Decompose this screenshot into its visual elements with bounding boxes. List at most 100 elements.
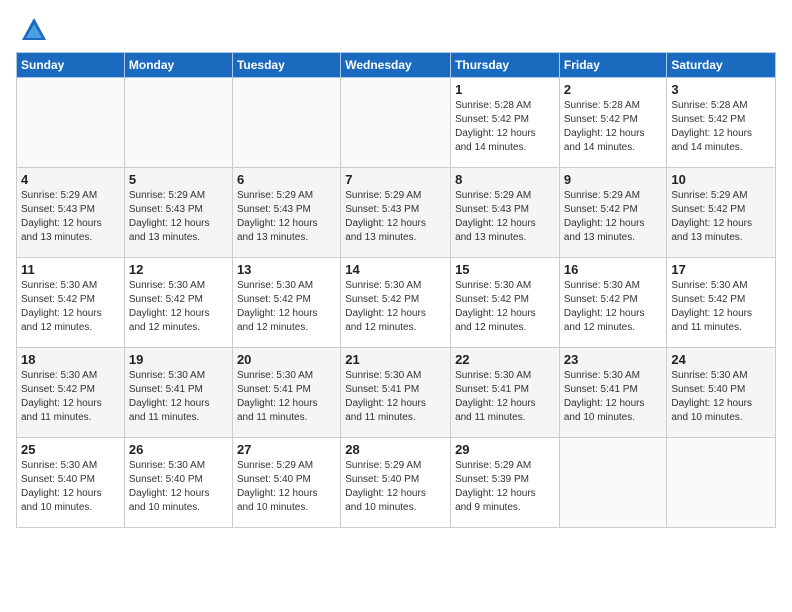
- day-info: Sunrise: 5:29 AM Sunset: 5:43 PM Dayligh…: [345, 189, 446, 245]
- day-info: Sunrise: 5:29 AM Sunset: 5:43 PM Dayligh…: [21, 189, 120, 245]
- calendar-cell: [232, 78, 340, 168]
- calendar-cell: [559, 438, 667, 528]
- week-row-3: 11 Sunrise: 5:30 AM Sunset: 5:42 PM Dayli…: [17, 258, 776, 348]
- day-number: 18: [21, 352, 120, 367]
- calendar-cell: 7 Sunrise: 5:29 AM Sunset: 5:43 PM Daylig…: [341, 168, 451, 258]
- calendar-cell: 10 Sunrise: 5:29 AM Sunset: 5:42 PM Dayli…: [667, 168, 776, 258]
- logo: [16, 16, 48, 44]
- calendar-cell: 5 Sunrise: 5:29 AM Sunset: 5:43 PM Daylig…: [124, 168, 232, 258]
- calendar-cell: 24 Sunrise: 5:30 AM Sunset: 5:40 PM Dayli…: [667, 348, 776, 438]
- calendar-cell: 13 Sunrise: 5:30 AM Sunset: 5:42 PM Dayli…: [232, 258, 340, 348]
- day-number: 4: [21, 172, 120, 187]
- day-info: Sunrise: 5:30 AM Sunset: 5:42 PM Dayligh…: [671, 279, 771, 335]
- calendar-cell: 27Sunrise: 5:29 AM Sunset: 5:40 PM Dayli…: [232, 438, 340, 528]
- calendar-cell: [17, 78, 125, 168]
- day-number: 10: [671, 172, 771, 187]
- day-number: 7: [345, 172, 446, 187]
- calendar-cell: 16Sunrise: 5:30 AM Sunset: 5:42 PM Dayli…: [559, 258, 667, 348]
- day-info: Sunrise: 5:30 AM Sunset: 5:42 PM Dayligh…: [564, 279, 663, 335]
- calendar-cell: 18 Sunrise: 5:30 AM Sunset: 5:42 PM Dayli…: [17, 348, 125, 438]
- week-row-4: 18 Sunrise: 5:30 AM Sunset: 5:42 PM Dayli…: [17, 348, 776, 438]
- calendar-cell: [341, 78, 451, 168]
- day-info: Sunrise: 5:29 AM Sunset: 5:43 PM Dayligh…: [129, 189, 228, 245]
- day-number: 12: [129, 262, 228, 277]
- day-info: Sunrise: 5:30 AM Sunset: 5:41 PM Dayligh…: [564, 369, 663, 425]
- calendar-cell: 14 Sunrise: 5:30 AM Sunset: 5:42 PM Dayli…: [341, 258, 451, 348]
- day-info: Sunrise: 5:30 AM Sunset: 5:41 PM Dayligh…: [237, 369, 336, 425]
- day-info: Sunrise: 5:30 AM Sunset: 5:41 PM Dayligh…: [345, 369, 446, 425]
- day-number: 9: [564, 172, 663, 187]
- calendar-cell: 15 Sunrise: 5:30 AM Sunset: 5:42 PM Dayli…: [451, 258, 560, 348]
- day-info: Sunrise: 5:28 AM Sunset: 5:42 PM Dayligh…: [671, 99, 771, 155]
- day-number: 22: [455, 352, 555, 367]
- day-number: 23: [564, 352, 663, 367]
- day-info: Sunrise: 5:30 AM Sunset: 5:42 PM Dayligh…: [21, 279, 120, 335]
- day-number: 27: [237, 442, 336, 457]
- day-number: 1: [455, 82, 555, 97]
- day-info: Sunrise: 5:29 AM Sunset: 5:40 PM Dayligh…: [345, 459, 446, 515]
- calendar-cell: 19 Sunrise: 5:30 AM Sunset: 5:41 PM Dayli…: [124, 348, 232, 438]
- calendar-cell: [124, 78, 232, 168]
- day-number: 15: [455, 262, 555, 277]
- day-number: 8: [455, 172, 555, 187]
- logo-icon: [20, 16, 48, 44]
- day-number: 20: [237, 352, 336, 367]
- column-header-friday: Friday: [559, 53, 667, 78]
- day-info: Sunrise: 5:29 AM Sunset: 5:43 PM Dayligh…: [237, 189, 336, 245]
- day-number: 11: [21, 262, 120, 277]
- day-info: Sunrise: 5:30 AM Sunset: 5:42 PM Dayligh…: [345, 279, 446, 335]
- calendar-cell: [667, 438, 776, 528]
- calendar-cell: 20 Sunrise: 5:30 AM Sunset: 5:41 PM Dayli…: [232, 348, 340, 438]
- calendar-cell: 25 Sunrise: 5:30 AM Sunset: 5:40 PM Dayli…: [17, 438, 125, 528]
- column-header-sunday: Sunday: [17, 53, 125, 78]
- day-info: Sunrise: 5:28 AM Sunset: 5:42 PM Dayligh…: [564, 99, 663, 155]
- calendar-cell: 3Sunrise: 5:28 AM Sunset: 5:42 PM Daylig…: [667, 78, 776, 168]
- week-row-2: 4 Sunrise: 5:29 AM Sunset: 5:43 PM Daylig…: [17, 168, 776, 258]
- calendar-cell: 12 Sunrise: 5:30 AM Sunset: 5:42 PM Dayli…: [124, 258, 232, 348]
- calendar-cell: 26 Sunrise: 5:30 AM Sunset: 5:40 PM Dayli…: [124, 438, 232, 528]
- column-header-saturday: Saturday: [667, 53, 776, 78]
- day-number: 24: [671, 352, 771, 367]
- day-info: Sunrise: 5:29 AM Sunset: 5:42 PM Dayligh…: [671, 189, 771, 245]
- day-info: Sunrise: 5:30 AM Sunset: 5:42 PM Dayligh…: [21, 369, 120, 425]
- day-number: 5: [129, 172, 228, 187]
- day-info: Sunrise: 5:30 AM Sunset: 5:42 PM Dayligh…: [129, 279, 228, 335]
- day-number: 26: [129, 442, 228, 457]
- day-number: 29: [455, 442, 555, 457]
- calendar-cell: 1 Sunrise: 5:28 AM Sunset: 5:42 PM Daylig…: [451, 78, 560, 168]
- day-info: Sunrise: 5:30 AM Sunset: 5:42 PM Dayligh…: [455, 279, 555, 335]
- day-number: 19: [129, 352, 228, 367]
- day-info: Sunrise: 5:30 AM Sunset: 5:41 PM Dayligh…: [455, 369, 555, 425]
- day-number: 2: [564, 82, 663, 97]
- calendar-cell: 4 Sunrise: 5:29 AM Sunset: 5:43 PM Daylig…: [17, 168, 125, 258]
- day-info: Sunrise: 5:30 AM Sunset: 5:40 PM Dayligh…: [129, 459, 228, 515]
- day-info: Sunrise: 5:30 AM Sunset: 5:40 PM Dayligh…: [21, 459, 120, 515]
- column-header-thursday: Thursday: [451, 53, 560, 78]
- day-info: Sunrise: 5:30 AM Sunset: 5:41 PM Dayligh…: [129, 369, 228, 425]
- page-header: [16, 16, 776, 44]
- day-info: Sunrise: 5:29 AM Sunset: 5:42 PM Dayligh…: [564, 189, 663, 245]
- day-number: 13: [237, 262, 336, 277]
- day-number: 21: [345, 352, 446, 367]
- calendar-cell: 17 Sunrise: 5:30 AM Sunset: 5:42 PM Dayli…: [667, 258, 776, 348]
- calendar-cell: 23 Sunrise: 5:30 AM Sunset: 5:41 PM Dayli…: [559, 348, 667, 438]
- header-row: SundayMondayTuesdayWednesdayThursdayFrid…: [17, 53, 776, 78]
- calendar-cell: 8Sunrise: 5:29 AM Sunset: 5:43 PM Daylig…: [451, 168, 560, 258]
- day-number: 28: [345, 442, 446, 457]
- day-number: 25: [21, 442, 120, 457]
- day-info: Sunrise: 5:28 AM Sunset: 5:42 PM Dayligh…: [455, 99, 555, 155]
- calendar-cell: 22 Sunrise: 5:30 AM Sunset: 5:41 PM Dayli…: [451, 348, 560, 438]
- day-number: 17: [671, 262, 771, 277]
- calendar-cell: 29 Sunrise: 5:29 AM Sunset: 5:39 PM Dayli…: [451, 438, 560, 528]
- column-header-tuesday: Tuesday: [232, 53, 340, 78]
- calendar-table: SundayMondayTuesdayWednesdayThursdayFrid…: [16, 52, 776, 528]
- calendar-cell: 2 Sunrise: 5:28 AM Sunset: 5:42 PM Daylig…: [559, 78, 667, 168]
- day-info: Sunrise: 5:30 AM Sunset: 5:42 PM Dayligh…: [237, 279, 336, 335]
- calendar-cell: 6Sunrise: 5:29 AM Sunset: 5:43 PM Daylig…: [232, 168, 340, 258]
- calendar-cell: 9 Sunrise: 5:29 AM Sunset: 5:42 PM Daylig…: [559, 168, 667, 258]
- day-info: Sunrise: 5:29 AM Sunset: 5:39 PM Dayligh…: [455, 459, 555, 515]
- day-info: Sunrise: 5:30 AM Sunset: 5:40 PM Dayligh…: [671, 369, 771, 425]
- day-number: 14: [345, 262, 446, 277]
- week-row-1: 1 Sunrise: 5:28 AM Sunset: 5:42 PM Daylig…: [17, 78, 776, 168]
- week-row-5: 25 Sunrise: 5:30 AM Sunset: 5:40 PM Dayli…: [17, 438, 776, 528]
